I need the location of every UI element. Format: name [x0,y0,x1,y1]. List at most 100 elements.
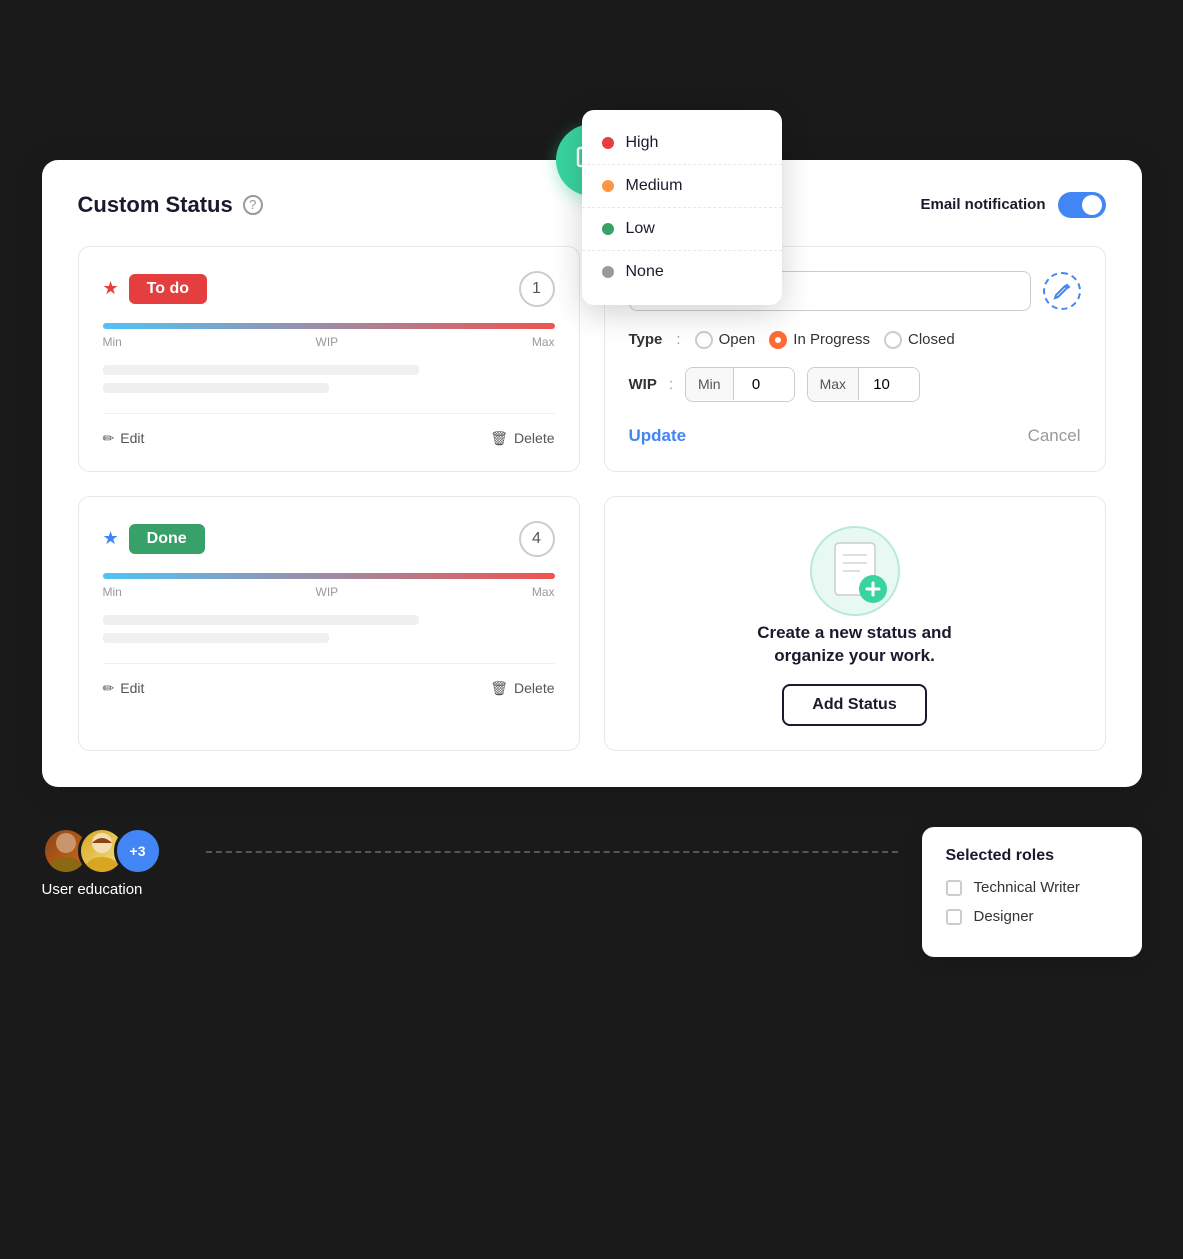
done-line-1 [103,615,419,625]
priority-none-label: None [626,263,664,281]
medium-dot [602,180,614,192]
todo-status-card: ★ To do 1 Min WIP Max [78,246,580,472]
priority-medium-label: Medium [626,177,683,195]
todo-edit-button[interactable]: ✏ Edit [103,430,145,447]
wip-row: WIP : Min Max [629,367,1081,402]
done-slider-track [103,573,555,579]
todo-delete-button[interactable]: 🗑 Delete [490,430,554,447]
done-card-actions: ✏ Edit 🗑 Delete [103,663,555,697]
priority-high-label: High [626,134,659,152]
priority-low[interactable]: Low [582,208,782,251]
todo-card-actions: ✏ Edit 🗑 Delete [103,413,555,447]
form-actions: Update Cancel [629,426,1081,446]
roles-title: Selected roles [946,847,1118,865]
add-status-description: Create a new status andorganize your wor… [757,621,952,669]
option-open[interactable]: Open [695,331,756,349]
done-min-label: Min [103,585,122,599]
todo-max-label: Max [532,335,555,349]
todo-line-2 [103,383,329,393]
open-label: Open [719,331,756,348]
wip-max-label: Max [808,368,859,400]
todo-slider-fill [103,323,555,329]
email-toggle[interactable] [1058,192,1106,218]
wip-min-input[interactable] [734,368,794,401]
technical-writer-label: Technical Writer [974,879,1080,896]
todo-star-icon: ★ [103,278,119,299]
done-status-card: ★ Done 4 Min WIP Max [78,496,580,752]
done-edit-icon: ✏ [103,680,115,697]
todo-slider-labels: Min WIP Max [103,335,555,349]
closed-label: Closed [908,331,955,348]
type-row: Type : Open In Progress Closed [629,331,1081,349]
dashed-connector [206,851,898,853]
wip-max-input[interactable] [859,368,919,401]
done-card-header: ★ Done 4 [103,521,555,557]
done-line-2 [103,633,329,643]
role-designer[interactable]: Designer [946,908,1118,925]
type-colon: : [676,331,680,348]
edit-icon: ✏ [103,430,115,447]
option-closed[interactable]: Closed [884,331,955,349]
help-icon[interactable]: ? [243,195,263,215]
done-count-badge: 4 [519,521,555,557]
todo-count-badge: 1 [519,271,555,307]
done-slider-labels: Min WIP Max [103,585,555,599]
done-wip-slider: Min WIP Max [103,573,555,599]
option-in-progress[interactable]: In Progress [769,331,870,349]
wip-max-group: Max [807,367,920,402]
todo-card-header: ★ To do 1 [103,271,555,307]
todo-badge: To do [129,274,207,304]
delete-icon: 🗑 [490,430,508,447]
done-delete-button[interactable]: 🗑 Delete [490,680,554,697]
none-dot [602,266,614,278]
update-button[interactable]: Update [629,426,687,446]
todo-content-lines [103,365,555,393]
todo-line-1 [103,365,419,375]
todo-min-label: Min [103,335,122,349]
wip-min-group: Min [685,367,795,402]
done-wip-label: WIP [316,585,339,599]
open-radio[interactable] [695,331,713,349]
avatar-count[interactable]: +3 [114,827,162,875]
email-notification: Email notification [920,192,1105,218]
selected-roles-dropdown: Selected roles Technical Writer Designer [922,827,1142,957]
add-status-card: Create a new status andorganize your wor… [604,496,1106,752]
illustration-svg [805,521,905,621]
done-max-label: Max [532,585,555,599]
priority-dropdown[interactable]: High Medium Low None [582,110,782,305]
priority-none[interactable]: None [582,251,782,293]
done-edit-button[interactable]: ✏ Edit [103,680,145,697]
cancel-button[interactable]: Cancel [1028,426,1081,446]
priority-high[interactable]: High [582,122,782,165]
designer-label: Designer [974,908,1034,925]
wip-label: WIP [629,376,657,393]
todo-wip-label: WIP [316,335,339,349]
avatars-group: +3 [42,827,182,875]
edit-icon-button[interactable] [1043,272,1081,310]
done-content-lines [103,615,555,643]
low-dot [602,223,614,235]
done-slider-fill [103,573,555,579]
done-star-icon: ★ [103,528,119,549]
closed-radio[interactable] [884,331,902,349]
email-notification-label: Email notification [920,196,1045,213]
priority-medium[interactable]: Medium [582,165,782,208]
wip-min-label: Min [686,368,734,400]
bottom-section: +3 User education Selected roles Technic… [42,827,1142,957]
technical-writer-checkbox[interactable] [946,880,962,896]
in-progress-radio[interactable] [769,331,787,349]
add-status-button[interactable]: Add Status [782,684,926,726]
todo-slider-track [103,323,555,329]
done-delete-icon: 🗑 [490,680,508,697]
role-technical-writer[interactable]: Technical Writer [946,879,1118,896]
priority-low-label: Low [626,220,655,238]
status-grid: ★ To do 1 Min WIP Max [78,246,1106,752]
type-label: Type [629,331,663,348]
high-dot [602,137,614,149]
title-group: Custom Status ? [78,192,263,218]
add-status-illustration [805,521,905,621]
user-education-label: User education [42,881,143,898]
page-title: Custom Status [78,192,233,218]
designer-checkbox[interactable] [946,909,962,925]
wip-colon: : [669,376,673,393]
